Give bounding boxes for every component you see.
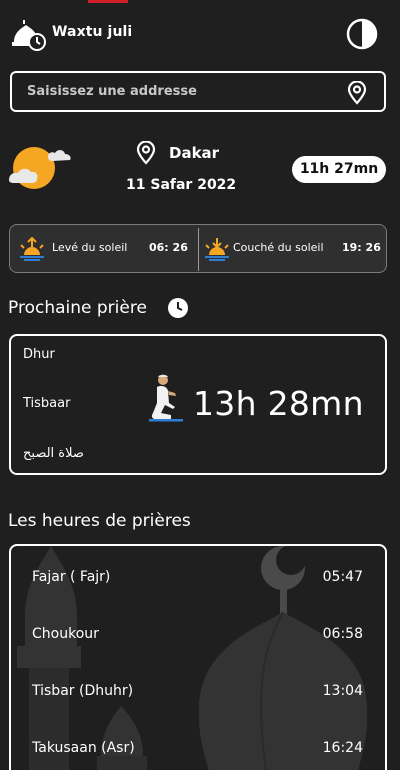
prayer-row-fajr: Fajar ( Fajr) 05:47 [11, 563, 385, 593]
sunset-icon [205, 238, 229, 261]
sun-times-card: Levé du soleil 06: 26 Couché du soleil 1… [9, 224, 387, 273]
contrast-icon[interactable] [346, 18, 378, 50]
prayer-row-dhuhr: Tisbar (Dhuhr) 13:04 [11, 677, 385, 707]
sunrise-time: 06: 26 [149, 241, 188, 254]
next-prayer-card: Dhur Tisbaar صلاة الصبح 13h 28mn [9, 334, 387, 475]
city-name: Dakar [169, 144, 220, 162]
top-accent-bar [88, 0, 128, 3]
prayer-row-choukour: Choukour 06:58 [11, 620, 385, 650]
prayer-times-card: Fajar ( Fajr) 05:47 Choukour 06:58 Tisba… [9, 544, 387, 770]
next-prayer-title: Prochaine prière [8, 298, 147, 318]
prayer-row-asr: Takusaan (Asr) 16:24 [11, 734, 385, 764]
prayer-time: 05:47 [322, 569, 363, 585]
next-prayer-name-ar: صلاة الصبح [23, 446, 84, 461]
prayer-name: Tisbar (Dhuhr) [32, 683, 134, 699]
prayer-name: Fajar ( Fajr) [32, 569, 111, 585]
prayer-name: Takusaan (Asr) [32, 740, 135, 756]
sunrise-icon [20, 236, 44, 261]
prayer-times-title: Les heures de prières [8, 511, 191, 531]
prayer-time: 16:24 [322, 740, 363, 756]
sunset-label: Couché du soleil [233, 241, 324, 254]
sun-cloud-icon [9, 147, 71, 189]
current-time-badge: 11h 27mn [292, 156, 386, 183]
next-prayer-name-fr: Dhur [23, 347, 55, 362]
next-prayer-countdown: 13h 28mn [193, 384, 364, 423]
prayer-time: 06:58 [322, 626, 363, 642]
prayer-time: 13:04 [322, 683, 363, 699]
location-pin-icon [136, 141, 156, 165]
app-title: Waxtu juli [52, 24, 133, 40]
hijri-date: 11 Safar 2022 [126, 177, 237, 193]
address-search-input[interactable]: Saisissez une addresse [10, 71, 386, 112]
sunrise-section: Levé du soleil 06: 26 [10, 225, 198, 272]
sunrise-label: Levé du soleil [52, 241, 128, 254]
clock-icon [168, 298, 188, 318]
app-header: Waxtu juli [10, 14, 382, 54]
praying-man-icon [149, 374, 183, 422]
search-placeholder: Saisissez une addresse [27, 84, 197, 99]
prayer-name: Choukour [32, 626, 99, 642]
location-pin-icon[interactable] [346, 81, 368, 105]
sunset-time: 19: 26 [342, 241, 381, 254]
mosque-clock-icon [12, 20, 46, 51]
next-prayer-name-wo: Tisbaar [23, 396, 71, 411]
sunset-section: Couché du soleil 19: 26 [199, 225, 386, 272]
